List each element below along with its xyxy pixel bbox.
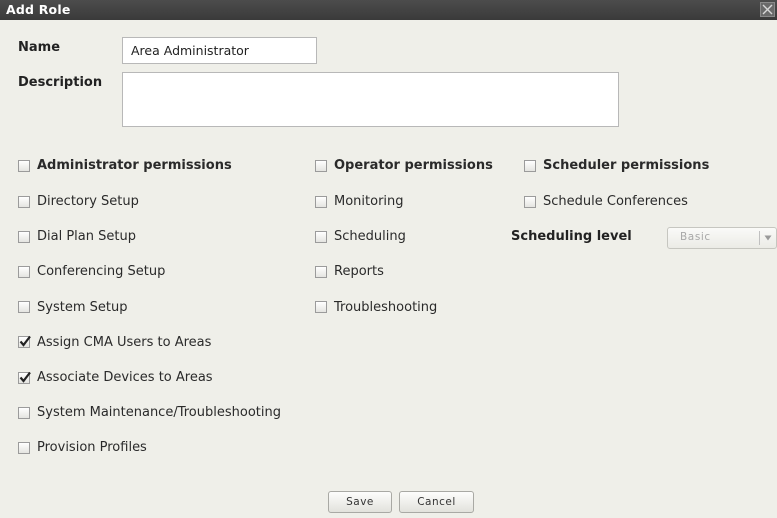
chevron-down-icon <box>764 235 772 241</box>
checkbox-label: Scheduler permissions <box>543 158 710 173</box>
title-bar[interactable]: Add Role <box>0 0 777 20</box>
checkbox-scheduler-permissions[interactable]: Scheduler permissions <box>524 158 709 173</box>
scheduling-level-label: Scheduling level <box>511 229 632 244</box>
checkbox-system-setup[interactable]: System Setup <box>18 300 127 315</box>
checkbox-schedule-conferences[interactable]: Schedule Conferences <box>524 194 688 209</box>
checkbox-box[interactable] <box>18 230 30 243</box>
checkbox-dial-plan-setup[interactable]: Dial Plan Setup <box>18 229 136 244</box>
cancel-button[interactable]: Cancel <box>399 491 474 513</box>
checkbox-label: Monitoring <box>334 194 404 209</box>
checkbox-box[interactable] <box>18 195 30 208</box>
checkbox-label: System Maintenance/Troubleshooting <box>37 405 281 421</box>
checkbox-administrator-permissions[interactable]: Administrator permissions <box>18 158 232 173</box>
checkbox-directory-setup[interactable]: Directory Setup <box>18 194 139 209</box>
checkbox-monitoring[interactable]: Monitoring <box>315 194 404 209</box>
checkbox-box[interactable] <box>18 371 31 384</box>
checkbox-box[interactable] <box>18 265 30 278</box>
checkbox-operator-permissions[interactable]: Operator permissions <box>315 158 493 173</box>
checkbox-box[interactable] <box>315 301 327 314</box>
checkbox-label: Operator permissions <box>334 158 493 173</box>
checkbox-box[interactable] <box>315 195 327 208</box>
close-x-icon <box>762 4 773 15</box>
name-input[interactable] <box>122 37 317 64</box>
name-label: Name <box>18 40 61 55</box>
checkbox-box[interactable] <box>315 159 327 172</box>
save-button[interactable]: Save <box>328 491 392 513</box>
checkmark-icon <box>19 371 31 383</box>
description-label: Description <box>18 75 103 90</box>
checkbox-box[interactable] <box>524 195 536 208</box>
checkbox-label: Schedule Conferences <box>543 194 688 209</box>
checkbox-box[interactable] <box>18 336 31 349</box>
checkbox-label: Associate Devices to Areas <box>37 370 213 385</box>
checkbox-label: Provision Profiles <box>37 440 147 456</box>
scheduling-level-select[interactable]: Basic <box>667 227 777 249</box>
close-button[interactable] <box>760 2 775 17</box>
checkbox-box[interactable] <box>18 441 30 454</box>
checkbox-box[interactable] <box>18 301 30 314</box>
checkbox-troubleshooting[interactable]: Troubleshooting <box>315 300 437 315</box>
checkmark-icon <box>19 336 31 348</box>
add-role-dialog: Add Role Name Description Administrator … <box>0 0 777 518</box>
checkbox-box[interactable] <box>315 265 327 278</box>
checkbox-box[interactable] <box>524 159 536 172</box>
checkbox-label: Troubleshooting <box>334 299 438 315</box>
scheduling-level-value: Basic <box>680 231 711 243</box>
checkbox-label: Scheduling <box>334 229 406 245</box>
checkbox-assign-cma-users-to-areas[interactable]: Assign CMA Users to Areas <box>18 335 211 350</box>
checkbox-label: Dial Plan Setup <box>37 229 136 245</box>
checkbox-provision-profiles[interactable]: Provision Profiles <box>18 440 147 455</box>
checkbox-box[interactable] <box>315 230 327 243</box>
checkbox-system-maintenance-troubleshooting[interactable]: System Maintenance/Troubleshooting <box>18 405 281 420</box>
checkbox-box[interactable] <box>18 406 30 419</box>
select-divider <box>759 231 760 245</box>
checkbox-box[interactable] <box>18 159 30 172</box>
checkbox-conferencing-setup[interactable]: Conferencing Setup <box>18 264 165 279</box>
checkbox-label: System Setup <box>37 299 128 315</box>
checkbox-label: Directory Setup <box>37 194 139 209</box>
checkbox-reports[interactable]: Reports <box>315 264 384 279</box>
description-input[interactable] <box>122 72 619 127</box>
checkbox-label: Reports <box>334 264 384 280</box>
checkbox-label: Administrator permissions <box>37 158 232 173</box>
checkbox-label: Conferencing Setup <box>37 264 166 280</box>
checkbox-scheduling[interactable]: Scheduling <box>315 229 406 244</box>
checkbox-label: Assign CMA Users to Areas <box>37 334 212 350</box>
checkbox-associate-devices-to-areas[interactable]: Associate Devices to Areas <box>18 370 213 385</box>
dialog-title: Add Role <box>6 2 71 17</box>
